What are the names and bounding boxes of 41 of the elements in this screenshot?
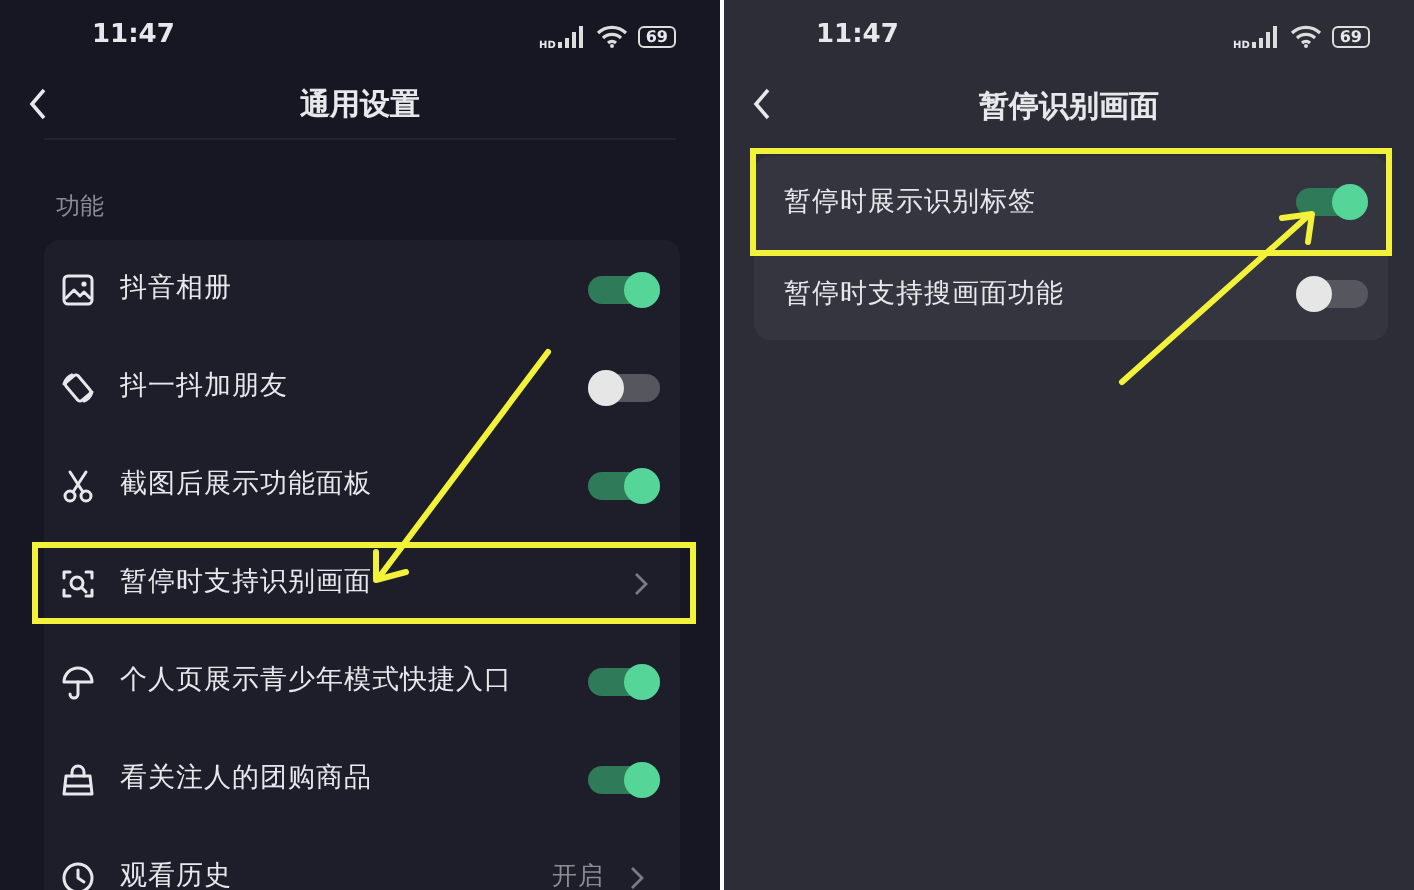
rotate-icon [60,369,96,405]
back-button[interactable] [28,88,48,120]
toggle-switch[interactable] [588,467,660,503]
screen-title: 通用设置 [300,84,420,127]
wifi-icon [1289,24,1322,48]
clock-icon [60,859,96,890]
setting-label: 看关注人的团购商品 [120,760,372,799]
image-icon [60,271,96,307]
setting-label: 截图后展示功能面板 [120,466,372,505]
setting-label: 观看历史 [120,858,232,890]
umbrella-icon [60,663,96,699]
signal-icon [1251,25,1280,47]
setting-value: 开启 [552,858,604,890]
chevron-icon [632,571,648,595]
chevron-icon [628,865,644,889]
section-label: 功能 [54,190,106,224]
setting-label: 暂停时支持识别画面 [120,564,372,603]
setting-label: 个人页展示青少年模式快捷入口 [120,662,512,701]
toggle-switch[interactable] [588,369,660,405]
back-icon [752,88,772,120]
scissors-icon [60,467,96,503]
toggle-switch[interactable] [1296,276,1368,312]
battery-level: 69 [1331,25,1370,47]
back-icon [28,88,48,120]
toggle-switch[interactable] [588,761,660,797]
battery-level: 69 [637,25,676,47]
wifi-icon [595,24,628,48]
status-time: 11:47 [92,18,175,55]
bag-icon [60,761,96,797]
signal-icon [557,25,586,47]
toggle-switch[interactable] [588,663,660,699]
scan-icon [60,565,96,601]
setting-label: 抖音相册 [120,270,232,309]
back-button[interactable] [752,88,772,120]
toggle-switch[interactable] [588,271,660,307]
screen-title: 暂停识别画面 [979,85,1159,128]
status-time: 11:47 [816,18,899,55]
setting-label: 抖一抖加朋友 [120,368,288,407]
setting-label: 暂停时展示识别标签 [784,183,1036,222]
toggle-switch[interactable] [1296,184,1368,220]
setting-label: 暂停时支持搜画面功能 [784,275,1064,314]
